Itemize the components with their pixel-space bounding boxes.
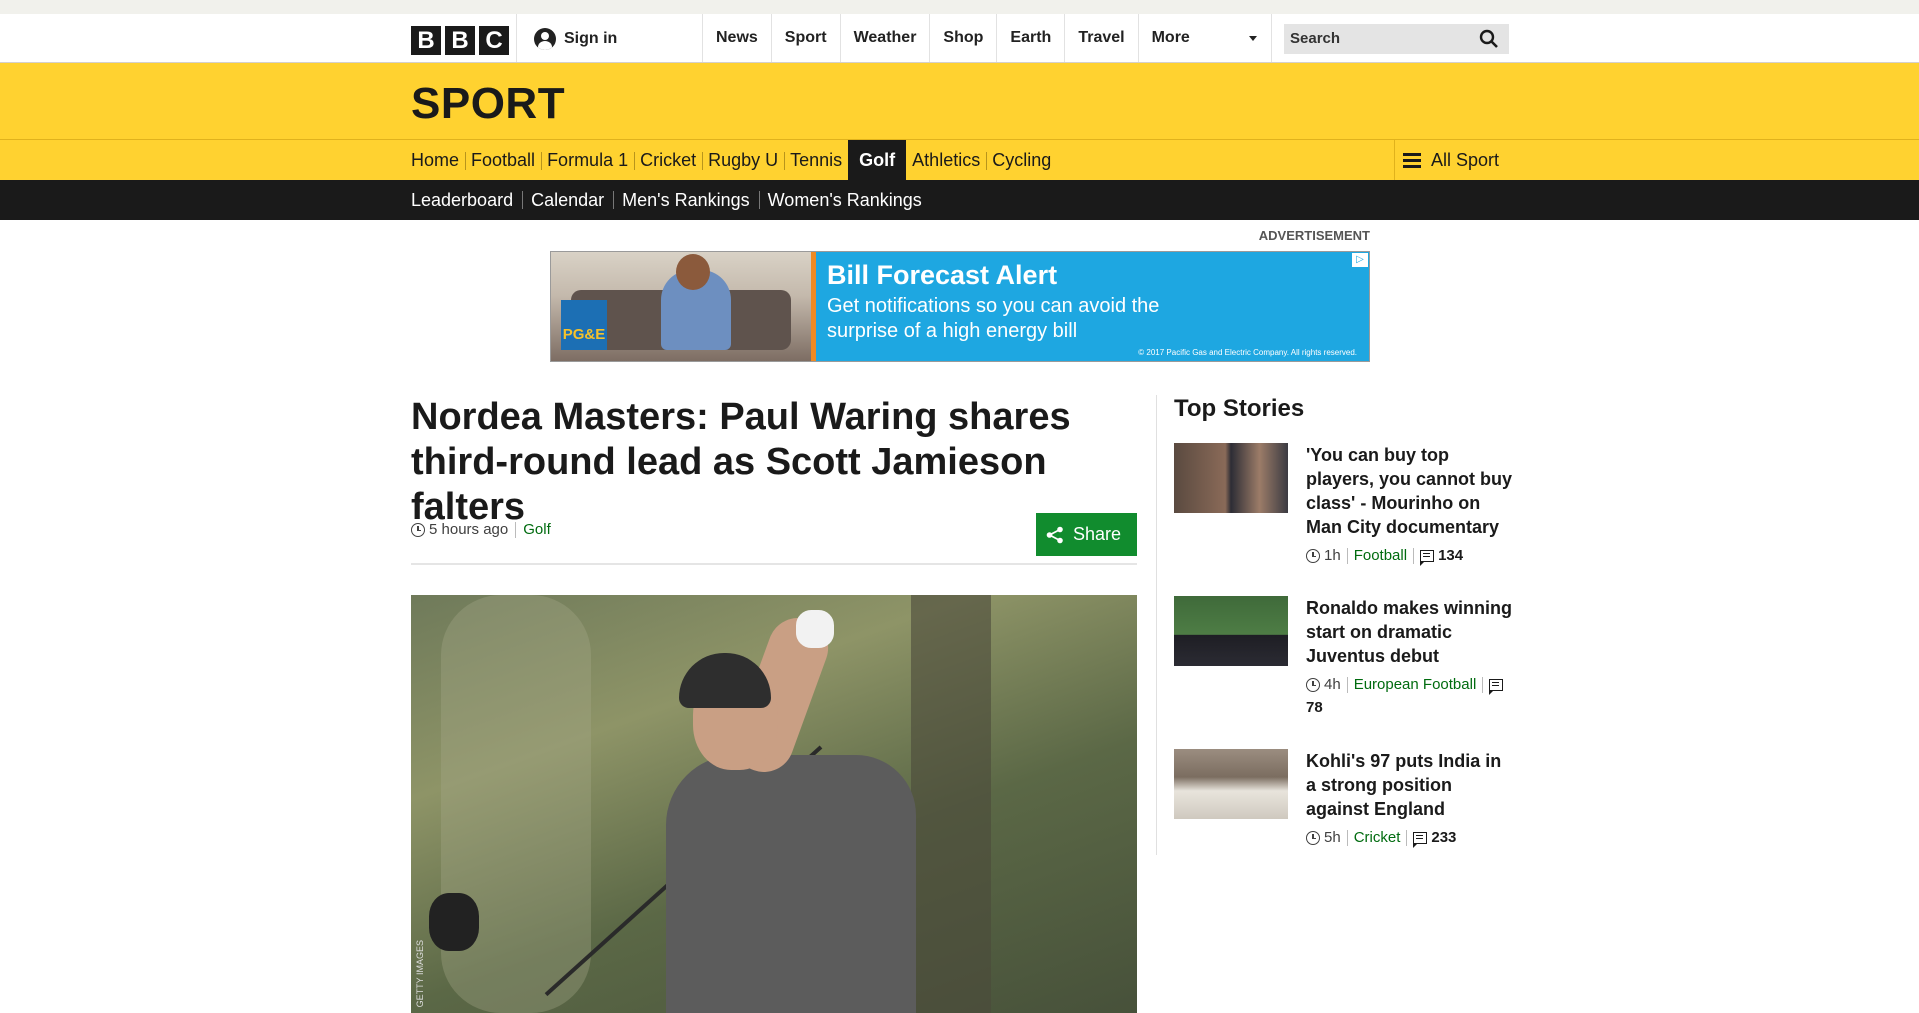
subnav-mens-rankings[interactable]: Men's Rankings (613, 180, 759, 220)
story-title[interactable]: Ronaldo makes winning start on dramatic … (1306, 596, 1514, 668)
story-comment-count[interactable]: 134 (1438, 547, 1463, 564)
search-icon[interactable] (1479, 29, 1499, 49)
bbc-logo[interactable]: B B C (411, 26, 509, 55)
sign-in-link[interactable]: Sign in (534, 28, 617, 50)
story-title[interactable]: Kohli's 97 puts India in a strong positi… (1306, 749, 1514, 821)
nav-link-shop[interactable]: Shop (929, 14, 996, 62)
story-title[interactable]: 'You can buy top players, you cannot buy… (1306, 443, 1514, 539)
sport-nav-rugby-union[interactable]: Rugby U (702, 140, 784, 180)
sport-nav-athletics[interactable]: Athletics (906, 140, 986, 180)
clock-icon (1306, 548, 1320, 563)
search-box[interactable]: Search (1284, 24, 1509, 54)
subnav-calendar[interactable]: Calendar (522, 180, 613, 220)
sign-in-label: Sign in (564, 30, 618, 47)
meta-divider-line (411, 563, 1137, 565)
article-meta: 5 hours ago Golf (411, 521, 551, 538)
sport-nav: Home Football Formula 1 Cricket Rugby U … (411, 140, 1057, 180)
menu-icon (1403, 152, 1421, 168)
story-topic-link[interactable]: Football (1354, 547, 1407, 564)
golf-subnav: Leaderboard Calendar Men's Rankings Wome… (0, 180, 1919, 220)
clock-icon (1306, 677, 1320, 692)
sport-title[interactable]: SPORT (411, 79, 565, 129)
nav-link-sport[interactable]: Sport (770, 14, 840, 62)
story-thumbnail[interactable] (1174, 443, 1288, 513)
sport-nav-cricket[interactable]: Cricket (634, 140, 702, 180)
golfer-glove (796, 610, 834, 648)
sport-nav-football[interactable]: Football (465, 140, 541, 180)
logo-letter-b2: B (445, 26, 475, 55)
nav-link-earth[interactable]: Earth (996, 14, 1064, 62)
story-comment-count[interactable]: 233 (1431, 829, 1456, 846)
golfer (666, 755, 916, 1013)
user-icon (534, 28, 556, 50)
clock-icon (1306, 830, 1320, 845)
nav-divider (516, 14, 517, 62)
article: Nordea Masters: Paul Waring shares third… (411, 395, 1137, 1013)
comment-icon (1413, 831, 1428, 848)
caret-down-icon (1248, 36, 1257, 41)
comment-icon (1420, 549, 1435, 566)
ad-photo: PG&E (551, 252, 811, 361)
nav-link-news[interactable]: News (702, 14, 771, 62)
subnav-leaderboard[interactable]: Leaderboard (411, 180, 522, 220)
logo-letter-b1: B (411, 26, 441, 55)
top-stories: Top Stories 'You can buy top players, yo… (1174, 395, 1514, 848)
clock-icon (411, 522, 425, 537)
sport-nav-cycling[interactable]: Cycling (986, 140, 1057, 180)
article-topic-link[interactable]: Golf (523, 521, 551, 538)
article-time: 5 hours ago (429, 521, 509, 538)
story-topic-link[interactable]: Cricket (1354, 829, 1401, 846)
nav-more-label: More (1151, 29, 1190, 46)
share-label: Share (1073, 524, 1122, 544)
share-button[interactable]: Share (1036, 513, 1137, 556)
top-strip (0, 0, 1919, 14)
ad-fine-print: © 2017 Pacific Gas and Electric Company.… (1138, 348, 1357, 357)
ad-choices-icon[interactable]: ▷ (1352, 253, 1368, 267)
photo-credit: GETTY IMAGES (415, 940, 425, 1008)
article-hero-image: GETTY IMAGES (411, 595, 1137, 1013)
story-time: 1h (1324, 547, 1341, 564)
sport-nav-tennis[interactable]: Tennis (784, 140, 848, 180)
subnav-womens-rankings[interactable]: Women's Rankings (758, 180, 931, 220)
logo-letter-c: C (479, 26, 509, 55)
story-time: 4h (1324, 676, 1341, 693)
all-sport-label: All Sport (1431, 149, 1500, 170)
share-icon (1046, 526, 1064, 544)
global-nav-links: News Sport Weather Shop Earth Travel Mor… (702, 14, 1272, 62)
nav-link-travel[interactable]: Travel (1064, 14, 1137, 62)
global-nav: B B C Sign in News Sport Weather Shop Ea… (0, 14, 1919, 63)
nav-more-dropdown[interactable]: More (1137, 14, 1272, 62)
story-meta: 1h Football 134 (1306, 547, 1514, 566)
story-thumbnail[interactable] (1174, 749, 1288, 819)
sport-nav-home[interactable]: Home (411, 140, 465, 180)
all-sport-button[interactable]: All Sport (1394, 140, 1509, 180)
nav-link-weather[interactable]: Weather (839, 14, 930, 62)
article-headline: Nordea Masters: Paul Waring shares third… (411, 396, 1071, 528)
meta-divider (515, 521, 517, 538)
ad-banner[interactable]: PG&E Bill Forecast Alert Get notificatio… (550, 251, 1370, 362)
sport-nav-golf[interactable]: Golf (848, 140, 907, 180)
pge-logo: PG&E (561, 300, 607, 350)
ad-body: Get notifications so you can avoid the s… (827, 295, 1160, 342)
story-meta: 5h Cricket 233 (1306, 829, 1514, 848)
search-placeholder: Search (1290, 30, 1341, 47)
column-divider (1156, 395, 1157, 855)
advertisement-label: ADVERTISEMENT (1258, 228, 1370, 243)
sport-header: SPORT Home Football Formula 1 Cricket Ru… (0, 63, 1919, 180)
club-head (429, 893, 479, 951)
comment-icon (1489, 678, 1504, 695)
story-topic-link[interactable]: European Football (1354, 676, 1477, 693)
story-time: 5h (1324, 829, 1341, 846)
sport-nav-formula-1[interactable]: Formula 1 (541, 140, 634, 180)
story-comment-count[interactable]: 78 (1306, 699, 1323, 716)
story-thumbnail[interactable] (1174, 596, 1288, 666)
top-stories-title: Top Stories (1174, 395, 1305, 422)
ad-headline: Bill Forecast Alert (827, 260, 1058, 290)
story-meta: 4h European Football 78 (1306, 676, 1514, 716)
golfer-cap (679, 653, 771, 708)
ad-accent-bar (811, 252, 816, 361)
